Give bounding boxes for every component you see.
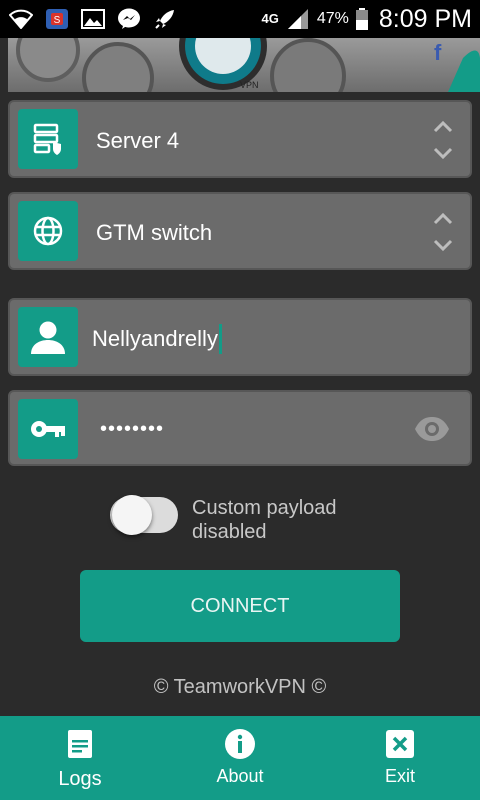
status-bar: S 4G 47% 8:09 PM <box>0 0 480 38</box>
app-notification-icon: S <box>44 8 70 30</box>
copyright-text: © TeamworkVPN © <box>153 676 327 698</box>
clock: 8:09 PM <box>378 4 472 33</box>
messenger-icon <box>116 8 142 30</box>
bottom-nav: Logs About Exit <box>0 716 480 800</box>
app-banner: VPN f <box>8 38 480 92</box>
info-icon <box>224 728 256 760</box>
custom-payload-toggle[interactable] <box>110 493 178 535</box>
user-icon <box>18 307 78 367</box>
banner-graphic: VPN f <box>16 38 480 92</box>
nav-exit-label: Exit <box>384 766 415 786</box>
battery-percent: 47% <box>316 10 349 27</box>
wifi-icon <box>8 8 34 30</box>
svg-text:f: f <box>434 40 442 65</box>
nav-about[interactable]: About <box>160 716 320 800</box>
username-field[interactable]: Nellyandrelly <box>8 298 472 376</box>
connect-button[interactable]: CONNECT <box>80 570 400 642</box>
server-select[interactable]: Server 4 <box>8 100 472 178</box>
text-caret <box>218 324 222 354</box>
svg-text:S: S <box>54 15 61 26</box>
toggle-thumb <box>112 495 152 535</box>
nav-logs-label: Logs <box>58 768 102 790</box>
globe-icon <box>18 201 78 261</box>
custom-payload-label: Custom payload disabled <box>192 497 337 543</box>
network-select-value: GTM switch <box>96 220 213 245</box>
network-type: 4G <box>261 11 279 26</box>
key-icon <box>18 399 78 459</box>
image-icon <box>80 8 106 30</box>
chevron-updown-icon <box>432 210 454 254</box>
logs-icon <box>64 728 96 760</box>
svg-text:VPN: VPN <box>240 80 259 90</box>
server-select-value: Server 4 <box>96 128 180 153</box>
eye-icon[interactable] <box>414 416 450 442</box>
network-select[interactable]: GTM switch <box>8 192 472 270</box>
close-icon <box>384 728 416 760</box>
nav-exit[interactable]: Exit <box>320 716 480 800</box>
password-input[interactable]: •••••••• <box>100 418 164 441</box>
chevron-updown-icon <box>432 118 454 162</box>
password-field[interactable]: •••••••• <box>8 390 472 466</box>
signal-icon <box>285 8 311 30</box>
battery-icon <box>355 8 369 30</box>
nav-about-label: About <box>216 766 264 786</box>
username-input[interactable]: Nellyandrelly <box>92 324 222 354</box>
rocket-icon <box>152 8 178 30</box>
nav-logs[interactable]: Logs <box>0 716 160 800</box>
username-value: Nellyandrelly <box>92 326 218 351</box>
server-shield-icon <box>18 109 78 169</box>
